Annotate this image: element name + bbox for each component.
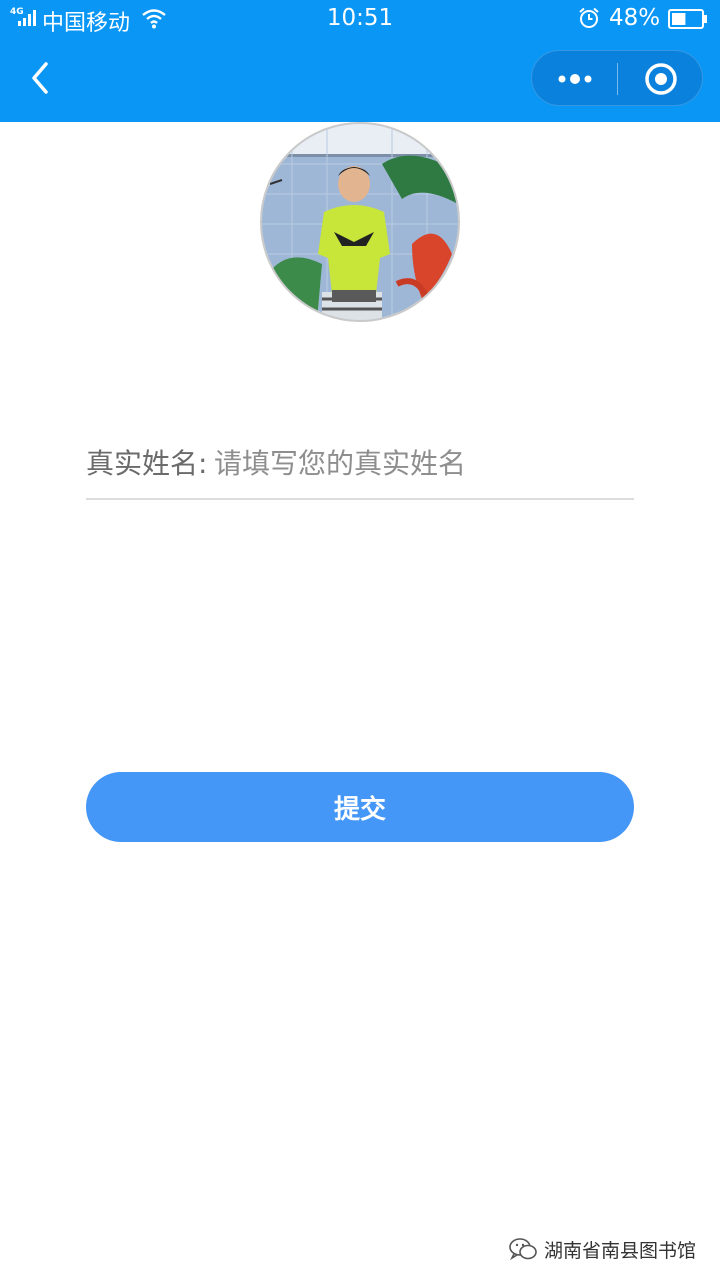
target-circle-icon [645, 63, 677, 95]
more-button[interactable] [532, 51, 618, 107]
wechat-icon [509, 1238, 537, 1261]
alarm-icon [579, 7, 599, 28]
watermark-text: 湖南省南县图书馆 [543, 1239, 696, 1262]
nav-bar [0, 38, 720, 122]
battery-percent: 48% [609, 5, 661, 31]
real-name-input[interactable] [214, 436, 624, 490]
avatar-photo [262, 124, 458, 320]
watermark: 湖南省南县图书馆 [508, 1234, 696, 1264]
close-button[interactable] [618, 51, 704, 107]
submit-button[interactable]: 提交 [86, 772, 634, 842]
back-button[interactable] [22, 56, 62, 100]
status-bar: 4G 中国移动 10:51 48% [0, 0, 720, 38]
real-name-row: 真实姓名: [86, 436, 634, 500]
chevron-left-icon [32, 62, 48, 94]
capsule-menu [531, 50, 703, 106]
battery-icon [668, 9, 707, 29]
more-dots-icon [558, 74, 592, 84]
real-name-label: 真实姓名: [86, 447, 208, 480]
avatar[interactable] [260, 122, 460, 322]
